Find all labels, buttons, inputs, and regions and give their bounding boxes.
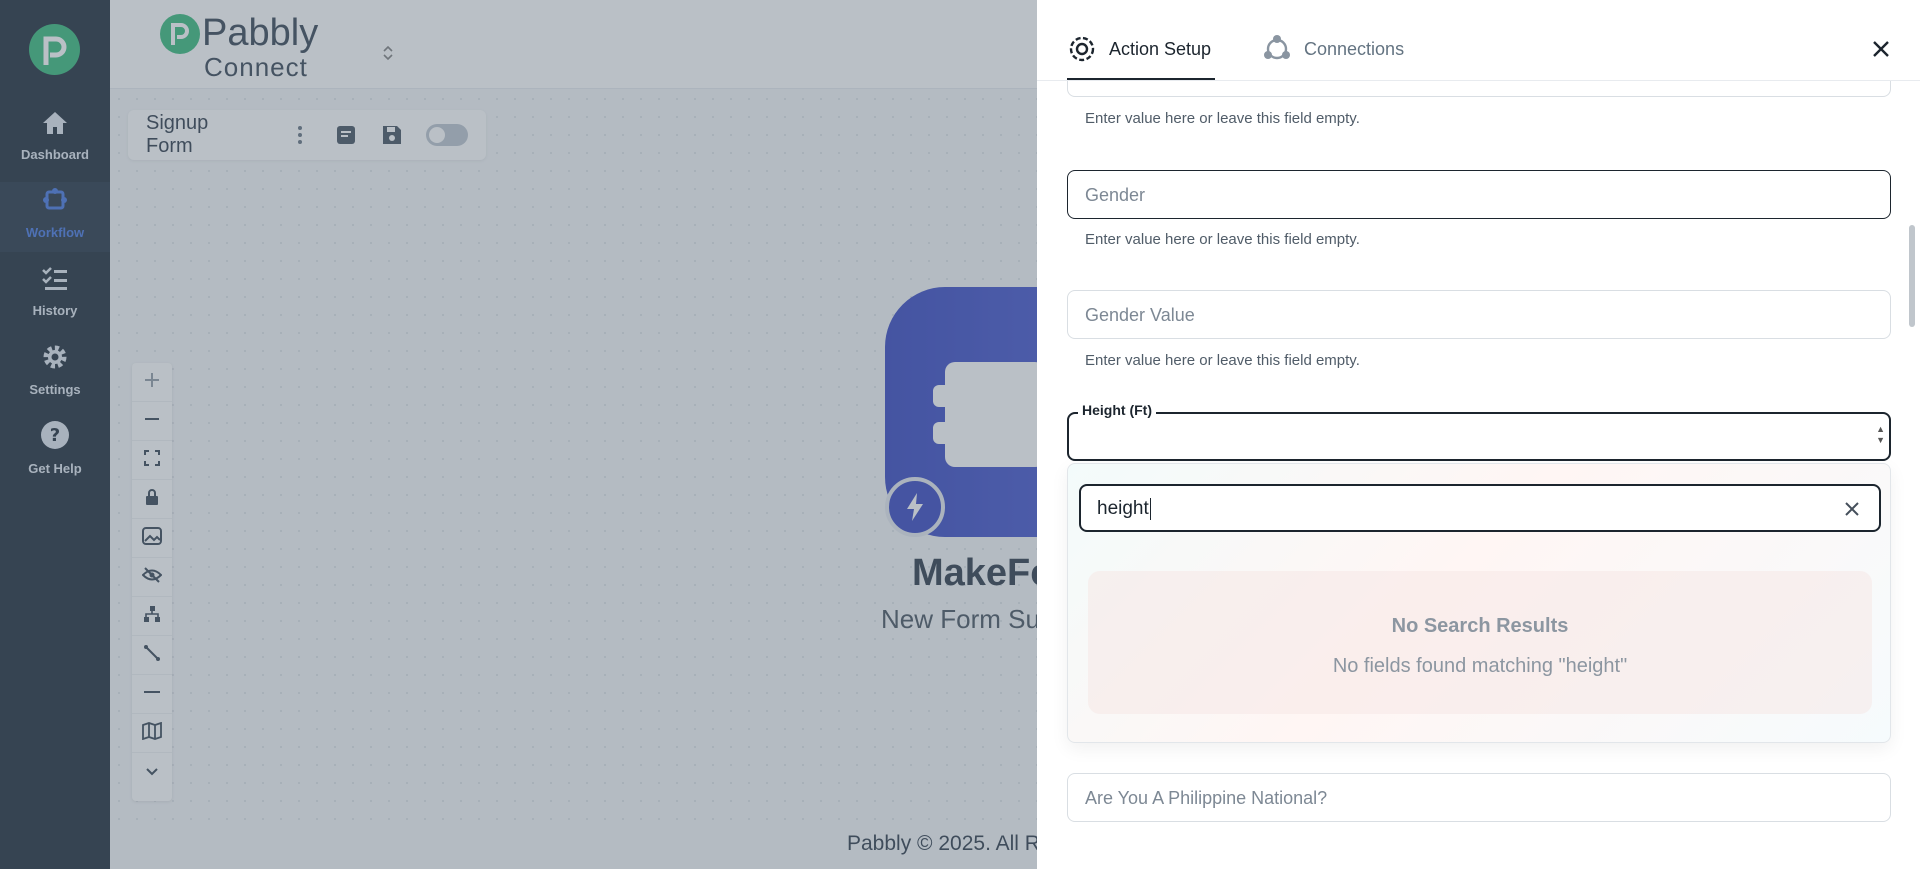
active-tab-indicator <box>1067 78 1215 80</box>
panel-scrollbar[interactable] <box>1909 225 1915 327</box>
tab-action-setup[interactable]: Action Setup <box>1067 34 1211 64</box>
tab-label: Connections <box>1304 38 1405 59</box>
field-helper-text: Enter value here or leave this field emp… <box>1085 352 1360 369</box>
action-setup-icon <box>1067 34 1097 64</box>
field-helper-text: Enter value here or leave this field emp… <box>1085 110 1360 127</box>
gender-field[interactable]: Gender <box>1067 170 1891 219</box>
height-ft-field[interactable]: ▲ ▼ <box>1067 412 1891 461</box>
height-ft-label: Height (Ft) <box>1078 402 1156 418</box>
action-setup-drawer: Enter value here or leave this field emp… <box>1037 0 1920 869</box>
no-results-subtitle: No fields found matching "height" <box>1332 655 1628 677</box>
clear-search-icon[interactable] <box>1841 498 1863 520</box>
tab-connections[interactable]: Connections <box>1262 34 1404 64</box>
gender-value-field[interactable]: Gender Value <box>1067 290 1891 339</box>
connections-icon <box>1262 34 1292 64</box>
dropdown-search-input[interactable]: height <box>1079 484 1881 532</box>
tab-label: Action Setup <box>1109 38 1212 59</box>
modal-backdrop[interactable] <box>0 0 1037 869</box>
text-caret <box>1149 498 1151 520</box>
field-placeholder: Gender Value <box>1085 305 1195 325</box>
drawer-tabs: Action Setup Connections <box>1037 0 1920 81</box>
close-icon[interactable] <box>1868 36 1894 62</box>
field-placeholder: Gender <box>1085 185 1146 205</box>
field-mapping-dropdown: height No Search Results No fields found… <box>1067 463 1891 743</box>
field-helper-text: Enter value here or leave this field emp… <box>1085 231 1360 248</box>
search-value: height <box>1097 498 1151 520</box>
no-results-message: No Search Results No fields found matchi… <box>1088 571 1872 714</box>
search-value-text: height <box>1097 498 1149 520</box>
field-placeholder: Are You A Philippine National? <box>1085 788 1328 808</box>
number-spinner-icon[interactable]: ▲ ▼ <box>1876 424 1885 446</box>
no-results-title: No Search Results <box>1391 615 1569 637</box>
philippine-national-field[interactable]: Are You A Philippine National? <box>1067 773 1891 822</box>
